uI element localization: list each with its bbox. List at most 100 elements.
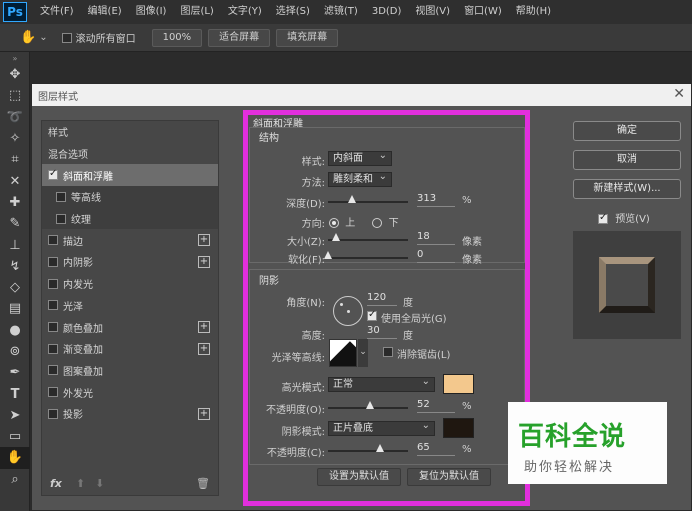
menu-window[interactable]: 窗口(W) (457, 0, 509, 24)
blur-tool-icon[interactable]: ● (0, 320, 30, 341)
styles-header[interactable]: 样式 (42, 121, 218, 143)
style-item-checkbox[interactable] (48, 343, 58, 354)
style-item[interactable]: 内发光 (42, 273, 218, 295)
stamp-tool-icon[interactable]: ⊥ (0, 234, 30, 255)
style-item-label: 外发光 (63, 388, 93, 400)
style-preview-thumbnail (573, 231, 681, 339)
menu-type[interactable]: 文字(Y) (221, 0, 269, 24)
zoom-100-button[interactable]: 100% (151, 28, 203, 47)
hand-tool-icon[interactable]: ✋ (20, 30, 36, 45)
dialog-titlebar: 图层样式 ✕ (32, 84, 691, 106)
eyedropper-icon[interactable]: ✕ (0, 170, 30, 191)
menu-edit[interactable]: 编辑(E) (81, 0, 129, 24)
options-bar: ✋ ⌄ 滚动所有窗口 100% 适合屏幕 填充屏幕 (0, 24, 692, 52)
marquee-tool-icon[interactable]: ⬚ (0, 85, 30, 106)
style-item[interactable]: 斜面和浮雕 (42, 164, 218, 187)
cancel-button[interactable]: 取消 (573, 150, 681, 170)
style-item[interactable]: 外发光 (42, 381, 218, 403)
style-item-label: 颜色叠加 (63, 323, 103, 335)
style-item-checkbox[interactable] (56, 213, 66, 224)
gradient-tool-icon[interactable]: ▤ (0, 298, 30, 319)
add-effect-icon[interactable]: + (198, 234, 210, 247)
style-item-label: 纹理 (71, 215, 91, 227)
type-tool-icon[interactable]: T (0, 383, 30, 404)
lasso-tool-icon[interactable]: ➰ (0, 107, 30, 128)
brush-tool-icon[interactable]: ✎ (0, 213, 30, 234)
menu-layer[interactable]: 图层(L) (173, 0, 220, 24)
move-tool-icon[interactable]: ✥ (0, 64, 30, 85)
move-down-icon[interactable]: ⬇ (95, 477, 104, 490)
style-item-checkbox[interactable] (48, 256, 58, 267)
style-item-checkbox[interactable] (48, 278, 58, 289)
fit-screen-button[interactable]: 适合屏幕 (208, 28, 271, 47)
scroll-all-windows-checkbox[interactable] (61, 32, 72, 43)
style-item-checkbox[interactable] (48, 387, 58, 398)
tools-panel: » ✥ ⬚ ➰ ✧ ⌗ ✕ ✚ ✎ ⊥ ↯ ◇ ▤ ● ⊚ ✒ T ➤ ▭ ✋ … (0, 52, 30, 511)
zoom-tool-icon[interactable]: ⌕ (0, 469, 30, 490)
chevron-down-icon[interactable]: ⌄ (39, 32, 47, 43)
style-item[interactable]: 纹理 (42, 207, 218, 230)
preview-checkbox[interactable] (598, 212, 608, 224)
dialog-title: 图层样式 (38, 91, 78, 103)
fx-icon[interactable]: fx (50, 477, 62, 490)
eraser-tool-icon[interactable]: ◇ (0, 277, 30, 298)
pen-tool-icon[interactable]: ✒ (0, 362, 30, 383)
collapse-icon[interactable]: » (0, 52, 30, 64)
scroll-all-windows-label: 滚动所有窗口 (75, 34, 136, 45)
photoshop-logo: Ps (3, 2, 27, 22)
style-item-label: 等高线 (71, 193, 101, 205)
style-item[interactable]: 投影 + (42, 403, 218, 425)
style-item[interactable]: 光泽 (42, 295, 218, 317)
hand-tool-icon[interactable]: ✋ (0, 447, 30, 469)
style-item[interactable]: 描边 + (42, 229, 218, 251)
style-item-checkbox[interactable] (48, 235, 58, 246)
menu-filter[interactable]: 滤镜(T) (317, 0, 365, 24)
close-icon[interactable]: ✕ (673, 86, 685, 102)
crop-tool-icon[interactable]: ⌗ (0, 149, 30, 170)
fill-screen-button[interactable]: 填充屏幕 (276, 28, 339, 47)
styles-list: 样式 混合选项 斜面和浮雕等高线纹理描边 + 内阴影 + 内发光光泽颜色叠加 + 渐变叠加 +… (41, 120, 219, 496)
style-item-checkbox[interactable] (48, 322, 58, 333)
menu-view[interactable]: 视图(V) (408, 0, 457, 24)
ok-button[interactable]: 确定 (573, 121, 681, 141)
style-item[interactable]: 等高线 (42, 186, 218, 208)
style-item-checkbox[interactable] (48, 408, 58, 419)
style-item[interactable]: 渐变叠加 + (42, 338, 218, 360)
trash-icon[interactable]: 🗑 (196, 477, 210, 490)
new-style-button[interactable]: 新建样式(W)... (573, 179, 681, 199)
watermark-logo: 百科全说 助你轻松解决 (508, 402, 667, 484)
style-item-checkbox[interactable] (48, 300, 58, 311)
watermark-subtitle: 助你轻松解决 (524, 460, 615, 475)
dodge-tool-icon[interactable]: ⊚ (0, 341, 30, 362)
healing-brush-icon[interactable]: ✚ (0, 192, 30, 213)
preview-bevel-square (599, 257, 655, 313)
move-up-icon[interactable]: ⬆ (76, 477, 85, 490)
magic-wand-icon[interactable]: ✧ (0, 128, 30, 149)
preview-label: 预览(V) (615, 214, 650, 225)
style-item-label: 投影 (63, 410, 83, 422)
style-item[interactable]: 图案叠加 (42, 360, 218, 382)
menu-image[interactable]: 图像(I) (129, 0, 174, 24)
watermark-title: 百科全说 (518, 422, 627, 452)
menu-help[interactable]: 帮助(H) (509, 0, 558, 24)
menu-3d[interactable]: 3D(D) (365, 0, 409, 24)
style-item-label: 描边 (63, 236, 83, 248)
shape-tool-icon[interactable]: ▭ (0, 426, 30, 447)
style-item-checkbox[interactable] (48, 168, 58, 181)
add-effect-icon[interactable]: + (198, 321, 210, 334)
style-item-checkbox[interactable] (56, 191, 66, 202)
menu-select[interactable]: 选择(S) (269, 0, 317, 24)
add-effect-icon[interactable]: + (198, 342, 210, 355)
style-item-checkbox[interactable] (48, 365, 58, 376)
add-effect-icon[interactable]: + (198, 256, 210, 269)
style-item[interactable]: 颜色叠加 + (42, 316, 218, 338)
path-select-icon[interactable]: ➤ (0, 405, 30, 426)
styles-footer: fx ⬆ ⬇ 🗑 (42, 471, 218, 495)
history-brush-icon[interactable]: ↯ (0, 256, 30, 277)
style-item[interactable]: 内阴影 + (42, 251, 218, 273)
menu-file[interactable]: 文件(F) (33, 0, 81, 24)
preview-option: 预览(V) (598, 210, 650, 225)
add-effect-icon[interactable]: + (198, 407, 210, 420)
highlight-frame (243, 110, 530, 506)
blending-options-item[interactable]: 混合选项 (42, 143, 218, 165)
